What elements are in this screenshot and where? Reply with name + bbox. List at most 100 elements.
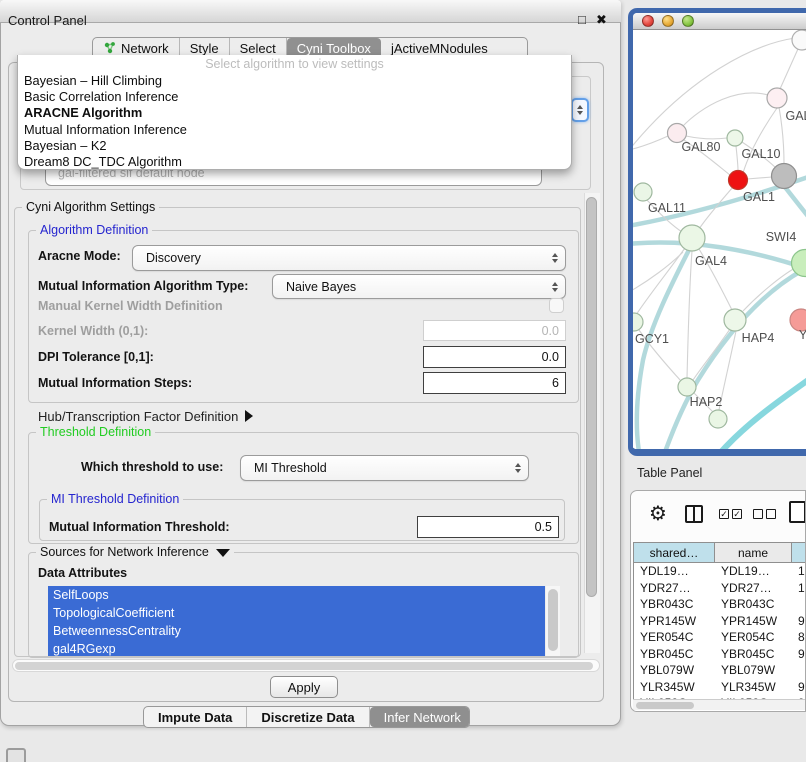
attributes-scrollbar-thumb[interactable] [548,589,558,651]
dpi-tolerance-value: 0.0 [542,350,559,364]
dropdown-item[interactable]: Dream8 DC_TDC Algorithm [18,154,571,170]
network-node[interactable] [724,309,746,331]
settings-vertical-scrollbar-thumb[interactable] [586,197,597,597]
table-cell: 9. [792,679,806,696]
table-toolbar: ⚙ ✓ ✓ [631,491,805,541]
table-row[interactable]: YBL079W YBL079W [634,662,806,679]
minimized-panel-icon[interactable] [6,748,26,762]
table-cell: 12 [792,580,806,597]
data-attributes-label: Data Attributes [38,566,127,580]
attribute-item-selected[interactable]: gal4RGexp [48,640,545,656]
tab-impute-data[interactable]: Impute Data [144,707,247,727]
gear-icon[interactable]: ⚙ [649,500,667,528]
checked-checkbox-icon[interactable]: ✓ [732,509,742,519]
dropdown-item[interactable]: Bayesian – K2 [18,138,571,154]
table-row[interactable]: YDR27… YDR27… 12 [634,580,806,597]
table-cell [792,596,806,613]
table-row[interactable]: YPR145W YPR145W 9. [634,613,806,630]
aracne-mode-value: Discovery [146,251,201,265]
column-header-shared-name[interactable]: shared… [634,543,715,562]
network-node[interactable] [634,183,652,201]
mi-type-combo[interactable]: Naive Bayes [272,274,566,299]
table-row[interactable]: YBR043C YBR043C [634,596,806,613]
mi-threshold-value: 0.5 [535,520,552,534]
mi-threshold-legend: MI Threshold Definition [47,492,183,506]
dpi-tolerance-field[interactable]: 0.0 [423,346,566,368]
sources-legend[interactable]: Sources for Network Inference [36,545,234,559]
float-window-icon[interactable]: □ [578,12,586,27]
which-threshold-label: Which threshold to use: [81,460,223,474]
settings-horizontal-scrollbar-thumb[interactable] [15,662,593,670]
hub-section-toggle[interactable]: Hub/Transcription Factor Definition [38,409,253,424]
network-node[interactable] [709,410,727,428]
attribute-item-selected[interactable]: TopologicalCoefficient [48,604,545,622]
table-horizontal-scrollbar[interactable] [633,699,805,710]
close-traffic-light-icon[interactable] [642,15,654,27]
which-threshold-combo[interactable]: MI Threshold [240,455,529,481]
table-cell: YBL079W [634,662,715,679]
algorithm-combo-stepper[interactable] [571,98,589,122]
network-view-window[interactable]: GAL GAL80 GAL10 GAL1 GAL11 GAL4 SWI4 GCY… [628,8,806,456]
kernel-width-field[interactable]: 0.0 [423,320,566,341]
hub-section-label: Hub/Transcription Factor Definition [38,409,238,424]
table-row[interactable]: YLR345W YLR345W 9. [634,679,806,696]
dropdown-item-selected[interactable]: ARACNE Algorithm [18,105,571,121]
network-edge [693,329,730,380]
node-label: GAL80 [682,140,721,154]
network-node[interactable] [633,313,643,331]
mi-steps-field[interactable]: 6 [423,372,566,394]
node-table: shared… name A YDL19… YDL19… 13 YDR27… Y… [633,542,806,712]
columns-icon[interactable] [685,505,703,523]
settings-horizontal-scrollbar[interactable] [12,659,600,672]
manual-kernel-checkbox[interactable] [549,298,564,313]
network-node[interactable] [772,164,797,189]
table-row[interactable]: YDL19… YDL19… 13 [634,563,806,580]
tab-discretize-data[interactable]: Discretize Data [247,707,369,727]
table-cell [792,662,806,679]
network-node[interactable] [679,225,705,251]
minimize-traffic-light-icon[interactable] [662,15,674,27]
attribute-item-selected[interactable]: BetweennessCentrality [48,622,545,640]
mi-threshold-field[interactable]: 0.5 [417,516,559,538]
dropdown-item[interactable]: Bayesian – Hill Climbing [18,73,571,89]
table-row[interactable]: YBR045C YBR045C 9. [634,646,806,663]
network-node[interactable] [792,30,806,50]
tab-infer-network[interactable]: Infer Network [370,707,470,727]
close-window-icon[interactable]: ✖ [596,12,607,28]
table-cell: YBR045C [634,646,715,663]
threshold-definition-legend: Threshold Definition [36,425,155,439]
table-cell: YPR145W [634,613,715,630]
zoom-traffic-light-icon[interactable] [682,15,694,27]
column-header-name[interactable]: name [715,543,792,562]
network-edge [743,268,795,311]
network-node[interactable] [729,171,748,190]
table-row[interactable]: YER054C YER054C 8. [634,629,806,646]
tab-network-label: Network [121,41,169,56]
network-node[interactable] [727,130,743,146]
unchecked-checkbox-icon[interactable] [753,509,763,519]
network-edge [736,146,738,171]
manual-kernel-label: Manual Kernel Width Definition [38,299,223,313]
aracne-mode-combo[interactable]: Discovery [132,245,566,271]
mi-steps-value: 6 [552,376,559,390]
unchecked-checkbox-icon[interactable] [766,509,776,519]
dropdown-item[interactable]: Basic Correlation Inference [18,89,571,105]
table-cell: YDR27… [634,580,715,597]
network-node[interactable] [678,378,696,396]
node-label: GAL [785,109,806,123]
network-node[interactable] [792,250,806,277]
apply-button[interactable]: Apply [270,676,338,698]
attribute-item-selected[interactable]: SelfLoops [48,586,545,604]
network-edge [682,93,777,127]
algorithm-definition-legend: Algorithm Definition [36,223,152,237]
checked-checkbox-icon[interactable]: ✓ [719,509,729,519]
table-horizontal-scrollbar-thumb[interactable] [636,702,694,709]
network-node[interactable] [767,88,787,108]
table-cell: YBL079W [715,662,792,679]
network-canvas[interactable]: GAL GAL80 GAL10 GAL1 GAL11 GAL4 SWI4 GCY… [633,30,806,449]
node-label: HAP4 [742,331,775,345]
dropdown-item[interactable]: Mutual Information Inference [18,122,571,138]
column-header-cut[interactable]: A [792,543,806,562]
document-icon[interactable] [789,501,806,523]
bottom-tabbar: Impute Data Discretize Data Infer Networ… [143,706,470,728]
